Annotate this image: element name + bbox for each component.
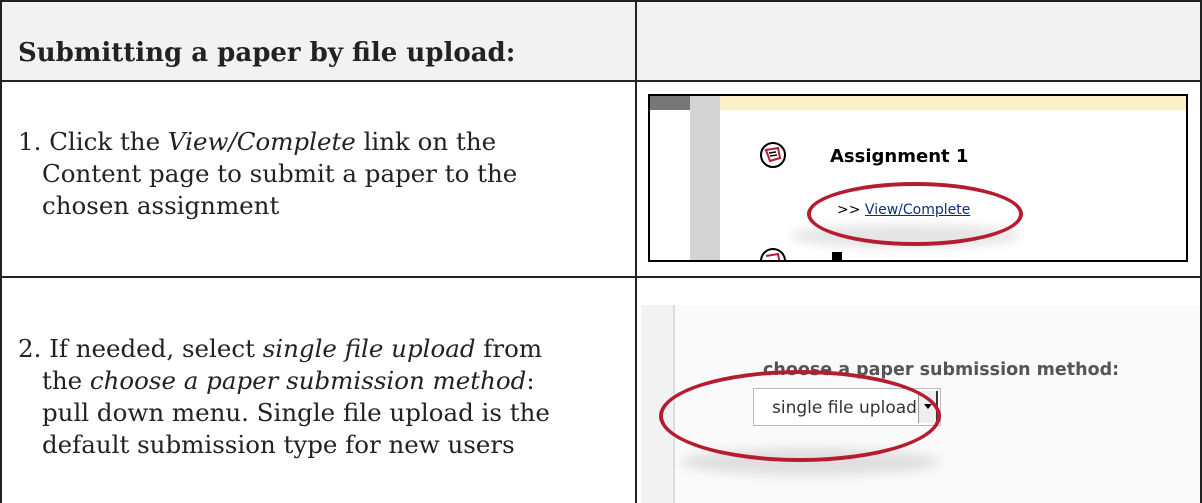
step-1-line-2: Content page to submit a paper to the [42,159,518,188]
assignment-icon [760,142,786,168]
assignment-icon-partial [760,248,786,260]
text-span: link on the [355,127,497,156]
text-span: from [475,334,543,363]
header-cell-left: Submitting a paper by file upload: [0,0,636,80]
step-2-line-3: pull down menu. Single file upload is th… [42,398,550,427]
content-sidebar [690,96,720,260]
text-span-italic: choose a paper submission method [89,366,527,395]
step-1-number: 1. [18,127,42,156]
grid-line [635,0,637,503]
grid-line [0,0,2,503]
text-span: the [42,366,90,395]
step-1-line-1: 1. Click the View/Complete link on the [18,126,618,158]
step-2-text: 2. If needed, select single file upload … [18,333,618,461]
step-2-line-2: the choose a paper submission method: [18,365,618,397]
text-span-italic: single file upload [262,334,476,363]
step-2-number: 2. [18,334,42,363]
grid-line [0,80,1202,82]
step-1-text: 1. Click the View/Complete link on the C… [18,126,618,222]
grid-line [0,276,1202,278]
step-1-line-3: chosen assignment [42,191,280,220]
step-2-line-1: 2. If needed, select single file upload … [18,333,618,365]
text-span: : [526,366,535,395]
grid-line [0,0,1202,2]
text-span: If needed, select [49,334,263,363]
text-span: Click the [49,127,168,156]
highlight-ring-2 [659,370,941,462]
content-topbar [650,96,1186,110]
text-span-italic: View/Complete [167,127,356,156]
section-title: Submitting a paper by file upload: [18,38,516,68]
step-2-line-4: default submission type for new users [42,430,515,459]
cut-off-text [832,252,842,260]
highlight-ring-1 [807,182,1023,246]
header-cell-right [636,0,1202,80]
content-topbar-dark [650,96,690,110]
instruction-table: Submitting a paper by file upload: 1. Cl… [0,0,1202,503]
assignment-title: Assignment 1 [830,146,969,167]
